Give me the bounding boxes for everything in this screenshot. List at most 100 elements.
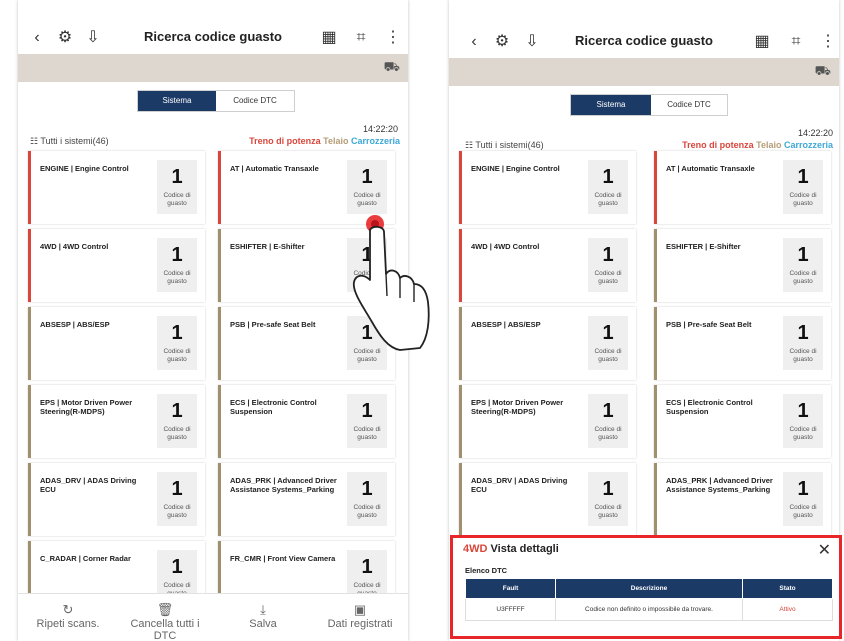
- systems-label: ☷ Tutti i sistemi(46): [465, 140, 544, 150]
- tab-sistema[interactable]: Sistema: [138, 91, 216, 111]
- clear-all-dtc-button[interactable]: 🗑 Cancella tutti i DTC: [120, 602, 210, 641]
- system-card[interactable]: PSB | Pre-safe Seat Belt 1 Codice di guast…: [654, 307, 831, 380]
- category-powertrain[interactable]: Treno di potenza: [682, 140, 754, 150]
- more-menu-icon[interactable]: ⋮: [382, 27, 404, 49]
- system-name: ABSESP | ABS/ESP: [40, 320, 110, 329]
- system-name: ADAS_PRK | Advanced Driver Assistance Sy…: [666, 476, 773, 494]
- fault-count-caption: Codice di guasto: [789, 192, 817, 207]
- timestamp: 14:22:20: [362, 124, 398, 134]
- system-name: 4WD | 4WD Control: [40, 242, 109, 251]
- system-name: ECS | Electronic Control Suspension: [230, 398, 317, 416]
- car-icon[interactable]: ⛟: [384, 59, 400, 77]
- fault-count-box: 1 Codice di guasto: [347, 472, 387, 526]
- system-name: AT | Automatic Transaxle: [230, 164, 319, 173]
- system-card[interactable]: ADAS_PRK | Advanced Driver Assistance Sy…: [218, 463, 395, 536]
- recorded-data-button[interactable]: ▣ Dati registrati: [315, 602, 405, 630]
- fault-count-caption: Codice di guasto: [594, 504, 622, 519]
- system-card[interactable]: ECS | Electronic Control Suspension 1 Codi…: [654, 385, 831, 458]
- category-body[interactable]: Carrozzeria: [351, 136, 400, 146]
- system-name: ENGINE | Engine Control: [40, 164, 129, 173]
- system-card[interactable]: ADAS_DRV | ADAS Driving ECU 1 Codice di gu…: [459, 463, 636, 536]
- system-card[interactable]: EPS | Motor Driven Power Steering(R-MDPS…: [459, 385, 636, 458]
- fault-count: 1: [171, 556, 183, 578]
- systems-label: ☷ Tutti i sistemi(46): [30, 136, 109, 146]
- fault-count-caption: Codice di guasto: [163, 192, 191, 207]
- dtc-list-title: Elenco DTC: [465, 566, 508, 575]
- system-name: ESHIFTER | E-Shifter: [230, 242, 305, 251]
- fault-count: 1: [171, 478, 183, 500]
- fault-count-box: 1 Codice di guasto: [783, 160, 823, 214]
- system-name: ENGINE | Engine Control: [471, 164, 560, 173]
- category-chassis[interactable]: Telaio: [323, 136, 348, 146]
- category-legend: Treno di potenza Telaio Carrozzeria: [249, 136, 400, 146]
- download-icon[interactable]: ⇩: [521, 31, 543, 53]
- category-body[interactable]: Carrozzeria: [784, 140, 833, 150]
- category-powertrain[interactable]: Treno di potenza: [249, 136, 321, 146]
- car-icon[interactable]: ⛟: [815, 63, 831, 81]
- fault-count-caption: Codice di guasto: [163, 426, 191, 441]
- system-card[interactable]: 4WD | 4WD Control 1 Codice di guasto: [459, 229, 636, 302]
- system-card[interactable]: EPS | Motor Driven Power Steering(R-MDPS…: [28, 385, 205, 458]
- fault-count-caption: Codice di guasto: [594, 270, 622, 285]
- fault-count: 1: [171, 166, 183, 188]
- fault-count: 1: [797, 400, 809, 422]
- fault-count-box: 1 Codice di guasto: [347, 394, 387, 448]
- tab-codice-dtc[interactable]: Codice DTC: [216, 91, 294, 111]
- calendar-icon[interactable]: ▦: [751, 31, 773, 53]
- system-card[interactable]: ECS | Electronic Control Suspension 1 Codi…: [218, 385, 395, 458]
- system-card[interactable]: AT | Automatic Transaxle 1 Codice di guast…: [654, 151, 831, 224]
- back-arrow-icon[interactable]: ‹: [26, 27, 48, 49]
- fault-count-caption: Codice di guasto: [163, 270, 191, 285]
- system-card[interactable]: ADAS_DRV | ADAS Driving ECU 1 Codice di gu…: [28, 463, 205, 536]
- fault-count: 1: [602, 322, 614, 344]
- details-title: Vista dettagli: [490, 543, 559, 555]
- category-legend: Treno di potenza Telaio Carrozzeria: [682, 140, 833, 150]
- system-name: ADAS_DRV | ADAS Driving ECU: [471, 476, 568, 494]
- category-chassis[interactable]: Telaio: [756, 140, 781, 150]
- fault-count-box: 1 Codice di guasto: [588, 394, 628, 448]
- system-card[interactable]: 4WD | 4WD Control 1 Codice di guasto: [28, 229, 205, 302]
- fault-count: 1: [797, 244, 809, 266]
- column-header-status: Stato: [742, 578, 833, 599]
- vehicle-scan-icon[interactable]: ⚙: [491, 31, 513, 53]
- system-name: 4WD | 4WD Control: [471, 242, 540, 251]
- tap-gesture-icon: [352, 215, 430, 351]
- top-bar: ‹ ⚙ ⇩ Ricerca codice guasto ▦ ⌗ ⋮: [18, 24, 408, 54]
- save-button[interactable]: ⤓ Salva: [218, 602, 308, 630]
- tab-sistema[interactable]: Sistema: [571, 95, 651, 115]
- screenshot-icon[interactable]: ⌗: [350, 27, 372, 49]
- download-icon[interactable]: ⇩: [82, 27, 104, 49]
- fault-count-box: 1 Codice di guasto: [783, 316, 823, 370]
- system-name: EPS | Motor Driven Power Steering(R-MDPS…: [40, 398, 133, 416]
- system-name: PSB | Pre-safe Seat Belt: [230, 320, 316, 329]
- table-row[interactable]: U3FFFFF Codice non definito o impossibil…: [465, 598, 833, 621]
- tab-codice-dtc[interactable]: Codice DTC: [651, 95, 727, 115]
- fault-count-caption: Codice di guasto: [353, 192, 381, 207]
- fault-count-box: 1 Codice di guasto: [783, 472, 823, 526]
- system-card[interactable]: ADAS_PRK | Advanced Driver Assistance Sy…: [654, 463, 831, 536]
- system-name: EPS | Motor Driven Power Steering(R-MDPS…: [471, 398, 564, 416]
- system-card[interactable]: ABSESP | ABS/ESP 1 Codice di guasto: [459, 307, 636, 380]
- system-card[interactable]: ABSESP | ABS/ESP 1 Codice di guasto: [28, 307, 205, 380]
- rescan-button[interactable]: ↻ Ripeti scans.: [23, 602, 113, 630]
- back-arrow-icon[interactable]: ‹: [463, 31, 485, 53]
- close-icon[interactable]: ✕: [818, 540, 831, 560]
- fault-count-box: 1 Codice di guasto: [588, 472, 628, 526]
- view-toggle: Sistema Codice DTC: [570, 94, 728, 116]
- view-toggle: Sistema Codice DTC: [137, 90, 295, 112]
- vehicle-scan-icon[interactable]: ⚙: [54, 27, 76, 49]
- system-card[interactable]: ENGINE | Engine Control 1 Codice di guasto: [459, 151, 636, 224]
- system-card[interactable]: ENGINE | Engine Control 1 Codice di guasto: [28, 151, 205, 224]
- system-card[interactable]: ESHIFTER | E-Shifter 1 Codice di guasto: [654, 229, 831, 302]
- system-name: ECS | Electronic Control Suspension: [666, 398, 753, 416]
- more-menu-icon[interactable]: ⋮: [817, 31, 839, 53]
- calendar-icon[interactable]: ▦: [318, 27, 340, 49]
- system-name: ADAS_PRK | Advanced Driver Assistance Sy…: [230, 476, 337, 494]
- screenshot-icon[interactable]: ⌗: [785, 31, 807, 53]
- fault-count: 1: [797, 166, 809, 188]
- fault-description: Codice non definito o impossibile da tro…: [555, 598, 743, 621]
- column-header-description: Descrizione: [555, 578, 743, 599]
- system-name: C_RADAR | Corner Radar: [40, 554, 131, 563]
- fault-count-caption: Codice di guasto: [789, 348, 817, 363]
- system-name: FR_CMR | Front View Camera: [230, 554, 336, 563]
